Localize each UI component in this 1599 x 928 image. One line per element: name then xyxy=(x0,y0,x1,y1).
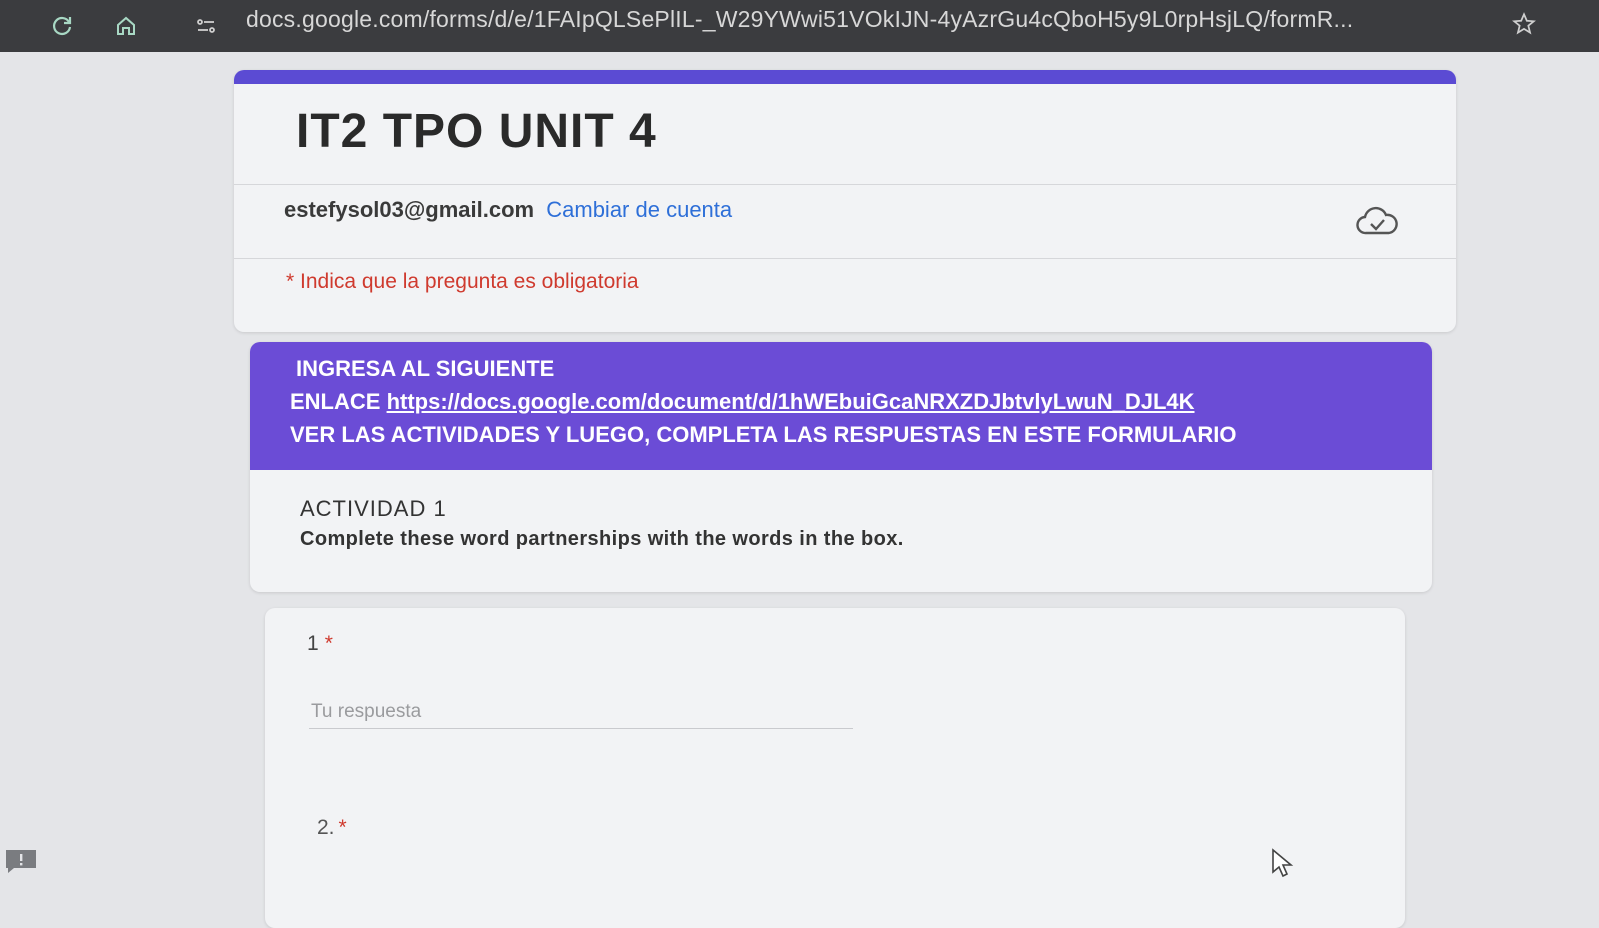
question-2-label: 2. * xyxy=(317,816,347,840)
reload-icon[interactable] xyxy=(42,6,82,46)
activity-description: Complete these word partnerships with th… xyxy=(300,528,904,550)
switch-account-link[interactable]: Cambiar de cuenta xyxy=(546,197,732,222)
home-icon[interactable] xyxy=(106,6,146,46)
section-header: INGRESA AL SIGUIENTE ENLACE https://docs… xyxy=(250,342,1432,470)
required-asterisk: * xyxy=(338,816,347,839)
required-asterisk: * xyxy=(324,632,333,655)
document-link[interactable]: https://docs.google.com/document/d/1hWEb… xyxy=(387,389,1195,414)
cloud-saved-icon xyxy=(1354,205,1400,239)
form-header-card: IT2 TPO UNIT 4 estefysol03@gmail.com Cam… xyxy=(234,70,1456,332)
section-card: INGRESA AL SIGUIENTE ENLACE https://docs… xyxy=(250,342,1432,592)
divider xyxy=(234,184,1456,185)
divider xyxy=(234,258,1456,259)
browser-toolbar: docs.google.com/forms/d/e/1FAIpQLSePlIL-… xyxy=(0,0,1599,52)
mouse-cursor xyxy=(1270,848,1296,878)
answer-input[interactable] xyxy=(309,696,853,729)
question-number: 1 xyxy=(307,632,319,655)
form-title: IT2 TPO UNIT 4 xyxy=(296,105,657,158)
activity-title: ACTIVIDAD 1 xyxy=(300,496,447,521)
question-1-label: 1 * xyxy=(307,632,333,656)
bookmark-star-icon[interactable] xyxy=(1506,6,1542,42)
section-text-line2: ENLACE https://docs.google.com/document/… xyxy=(290,385,1195,418)
section-text-prefix: ENLACE xyxy=(290,389,387,414)
feedback-icon[interactable] xyxy=(4,848,38,874)
account-row: estefysol03@gmail.com Cambiar de cuenta xyxy=(284,197,732,223)
section-text-line3: VER LAS ACTIVIDADES Y LUEGO, COMPLETA LA… xyxy=(290,422,1237,447)
question-card: 1* 2.* xyxy=(265,608,1405,928)
account-email: estefysol03@gmail.com xyxy=(284,197,535,222)
question-number: 2. xyxy=(317,816,335,839)
header-accent-bar xyxy=(234,70,1456,84)
address-bar[interactable]: docs.google.com/forms/d/e/1FAIpQLSePlIL-… xyxy=(246,2,1476,36)
section-text-line1: INGRESA AL SIGUIENTE xyxy=(296,356,555,381)
site-settings-icon[interactable] xyxy=(186,6,226,46)
required-note: * Indica que la pregunta es obligatoria xyxy=(286,270,639,293)
